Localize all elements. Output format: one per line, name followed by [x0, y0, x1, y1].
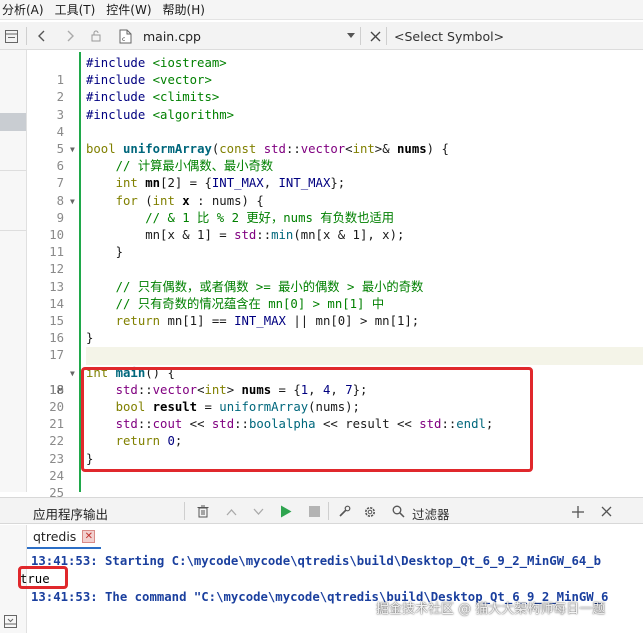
code-line: 7 // 计算最小偶数、最小奇数: [27, 158, 643, 190]
gear-icon[interactable]: [360, 498, 380, 525]
scroll-up-icon[interactable]: [221, 498, 241, 525]
code-line: 14 // 只有偶数，或者偶数 >= 最小的偶数 > 最小的奇数: [27, 279, 643, 311]
svg-text:c: c: [122, 36, 125, 43]
output-log[interactable]: 13:41:53: Starting C:\mycode\mycode\qtre…: [20, 551, 643, 633]
stop-icon[interactable]: [304, 498, 324, 525]
trash-icon[interactable]: [192, 498, 214, 525]
code-line: 18: [27, 347, 643, 397]
symbol-selector[interactable]: <Select Symbol>: [394, 29, 504, 44]
filter-input[interactable]: 过滤器: [412, 504, 450, 523]
watermark: 掘金技术社区 @ 猫大大架构师每日一题: [376, 602, 606, 617]
tab-label: qtredis: [33, 528, 77, 544]
code-line: 5: [27, 124, 643, 156]
code-line: 16 return mn[1] == INT_MAX || mn[0] > mn…: [27, 313, 643, 345]
panel-toggle-icon[interactable]: [4, 615, 17, 631]
menu-widgets[interactable]: 控件(W): [103, 0, 159, 20]
menu-analyze[interactable]: 分析(A): [0, 0, 52, 20]
tools-icon[interactable]: [334, 498, 354, 525]
code-line: 11 mn[x & 1] = std::min(mn[x & 1], x);: [27, 227, 643, 259]
selected-panel-item[interactable]: [0, 113, 26, 131]
current-file-name[interactable]: main.cpp: [143, 29, 201, 44]
fold-arrow-icon[interactable]: ▼: [70, 193, 75, 210]
lock-icon[interactable]: [87, 22, 105, 50]
tab-close-icon[interactable]: ✕: [82, 529, 96, 543]
menu-tools[interactable]: 工具(T): [52, 0, 104, 20]
highlight-box-main: [81, 367, 533, 472]
code-line: 10 // & 1 比 % 2 更好，nums 有负数也适用: [27, 210, 643, 242]
code-line: 13: [27, 261, 643, 294]
editor-toolbar: c main.cpp <Select Symbol>: [0, 22, 643, 50]
scroll-down-icon[interactable]: [248, 498, 268, 525]
code-line: 15 // 只有奇数的情况蕴含在 mn[0] > mn[1] 中: [27, 296, 643, 328]
file-icon: c: [115, 22, 135, 50]
output-line: 13:41:53: Starting C:\mycode\mycode\qtre…: [31, 554, 602, 568]
add-icon[interactable]: [568, 498, 588, 525]
code-line: 3 #include <climits>: [27, 89, 643, 121]
menu-bar: 分析(A) 工具(T) 控件(W) 帮助(H): [0, 0, 643, 20]
tab-qtredis[interactable]: qtredis ✕: [27, 525, 102, 549]
fold-arrow-icon[interactable]: ▼: [70, 365, 75, 382]
output-pane-title: 应用程序输出: [33, 507, 109, 522]
forward-icon[interactable]: [60, 22, 80, 50]
close-icon[interactable]: [366, 22, 384, 50]
output-pane-header: 应用程序输出 过滤器: [0, 497, 643, 524]
code-line: 2 #include <vector>: [27, 72, 643, 104]
code-line: 8 int mn[2] = {INT_MAX, INT_MAX};: [27, 175, 643, 207]
code-line: 12 }: [27, 244, 643, 276]
close-pane-icon[interactable]: [596, 498, 616, 525]
highlight-box-result: [18, 566, 68, 589]
output-tabs: qtredis ✕: [27, 525, 643, 549]
run-icon[interactable]: [276, 498, 296, 525]
code-line: 9 ▼ for (int x : nums) {: [27, 193, 643, 225]
current-line-highlight: [86, 347, 643, 365]
left-panel: [0, 50, 27, 492]
dropdown-icon[interactable]: [343, 22, 359, 50]
fold-arrow-icon[interactable]: ▼: [70, 141, 75, 158]
code-line: 17 }: [27, 330, 643, 362]
code-line: 6 ▼ bool uniformArray(const std::vector<…: [27, 141, 643, 173]
back-icon[interactable]: [32, 22, 52, 50]
menu-help[interactable]: 帮助(H): [160, 0, 213, 20]
search-icon: [388, 498, 408, 525]
toggle-sidebar-icon[interactable]: [0, 22, 22, 50]
code-line: 1 #include <iostream>: [27, 55, 643, 87]
code-line: 4 #include <algorithm>: [27, 107, 643, 139]
